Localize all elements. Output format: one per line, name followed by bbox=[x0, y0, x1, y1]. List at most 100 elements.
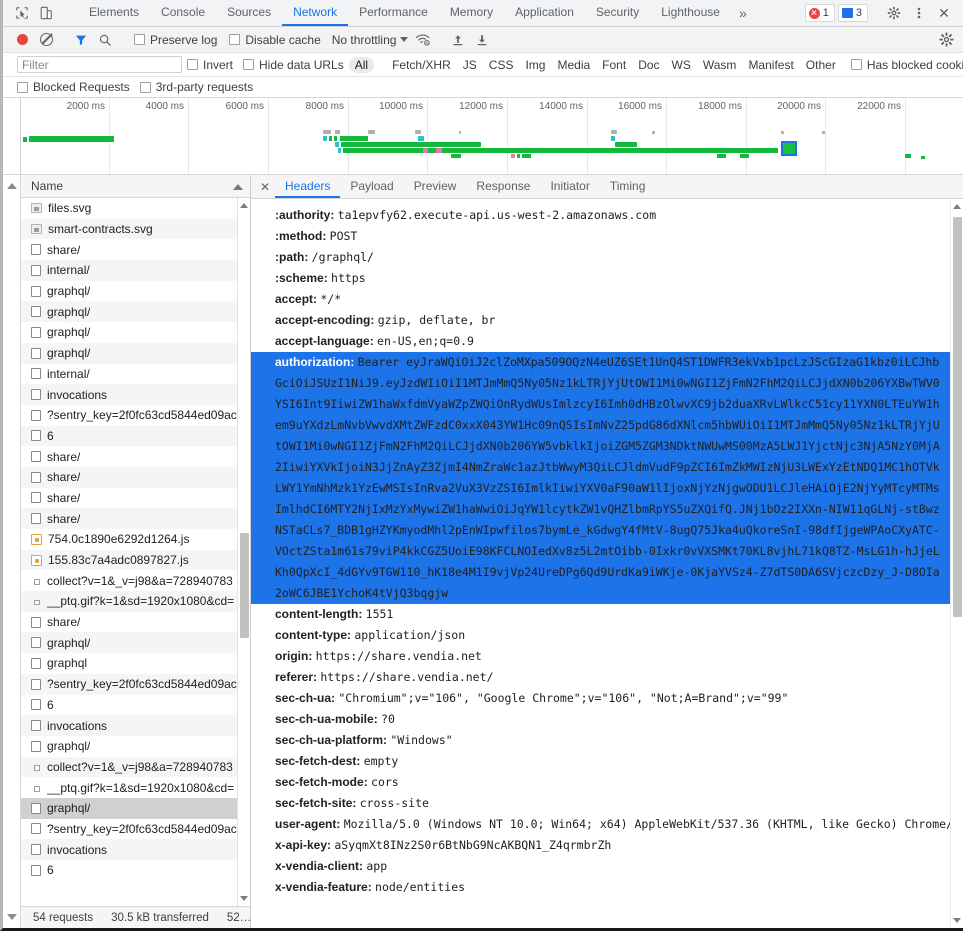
third-party-requests-checkbox[interactable]: 3rd-party requests bbox=[135, 80, 258, 94]
request-row[interactable]: ?sentry_key=2f0fc63cd5844ed09ac bbox=[21, 405, 250, 426]
close-icon[interactable]: ✕ bbox=[933, 2, 955, 24]
request-row[interactable]: graphql/ bbox=[21, 797, 250, 819]
request-row[interactable]: invocations bbox=[21, 839, 250, 860]
gear-icon[interactable] bbox=[883, 2, 905, 24]
request-row[interactable]: files.svg bbox=[21, 198, 250, 219]
more-vertical-icon[interactable] bbox=[908, 2, 930, 24]
header-row[interactable]: accept-language: en-US,en;q=0.9 bbox=[251, 331, 950, 352]
headers-scrollbar[interactable] bbox=[950, 199, 963, 928]
header-row[interactable]: x-vendia-feature: node/entities bbox=[251, 877, 950, 898]
request-row[interactable]: graphql/ bbox=[21, 301, 250, 323]
detail-tab-preview[interactable]: Preview bbox=[404, 175, 467, 198]
request-row[interactable]: ?sentry_key=2f0fc63cd5844ed09ac bbox=[21, 673, 250, 695]
requests-list-scrollbar[interactable] bbox=[237, 198, 250, 906]
tab-performance[interactable]: Performance bbox=[348, 0, 439, 26]
error-count-badge[interactable]: 1 bbox=[804, 4, 835, 22]
filter-input[interactable] bbox=[17, 56, 182, 73]
request-row[interactable]: share/ bbox=[21, 612, 250, 633]
request-row[interactable]: 6 bbox=[21, 860, 250, 881]
request-row[interactable]: share/ bbox=[21, 508, 250, 529]
headers-scroll-area[interactable]: :authority: ta1epvfy62.execute-api.us-we… bbox=[251, 199, 950, 928]
message-count-badge[interactable]: 3 bbox=[837, 4, 868, 22]
filter-type-manifest[interactable]: Manifest bbox=[742, 57, 799, 73]
detail-tab-payload[interactable]: Payload bbox=[340, 175, 403, 198]
header-row[interactable]: sec-ch-ua-platform: "Windows" bbox=[251, 730, 950, 751]
tab-elements[interactable]: Elements bbox=[78, 0, 150, 26]
filter-type-all[interactable]: All bbox=[348, 56, 375, 73]
header-row[interactable]: :authority: ta1epvfy62.execute-api.us-we… bbox=[251, 205, 950, 226]
request-row[interactable]: graphql/ bbox=[21, 322, 250, 343]
preserve-log-checkbox[interactable]: Preserve log bbox=[129, 33, 222, 47]
blocked-requests-checkbox[interactable]: Blocked Requests bbox=[17, 80, 135, 94]
filter-type-css[interactable]: CSS bbox=[483, 57, 520, 73]
request-row[interactable]: ?sentry_key=2f0fc63cd5844ed09ac bbox=[21, 819, 250, 840]
search-icon[interactable] bbox=[94, 29, 116, 51]
requests-scroll-thumb[interactable] bbox=[240, 533, 249, 638]
requests-scroll-up-icon[interactable] bbox=[240, 203, 248, 208]
header-row[interactable]: :method: POST bbox=[251, 226, 950, 247]
header-row[interactable]: accept: */* bbox=[251, 289, 950, 310]
request-row[interactable]: collect?v=1&_v=j98&a=728940783 bbox=[21, 570, 250, 591]
header-row[interactable]: sec-ch-ua-mobile: ?0 bbox=[251, 709, 950, 730]
header-row[interactable]: content-type: application/json bbox=[251, 625, 950, 646]
filter-type-other[interactable]: Other bbox=[800, 57, 842, 73]
request-row[interactable]: graphql/ bbox=[21, 342, 250, 364]
detail-close-icon[interactable]: ✕ bbox=[255, 175, 275, 198]
request-row[interactable]: invocations bbox=[21, 384, 250, 405]
headers-scroll-thumb[interactable] bbox=[953, 217, 962, 617]
request-row[interactable]: share/ bbox=[21, 466, 250, 488]
left-outer-scroll-gutter[interactable] bbox=[3, 175, 21, 928]
request-row[interactable]: graphql bbox=[21, 653, 250, 674]
detail-tab-timing[interactable]: Timing bbox=[600, 175, 656, 198]
filter-type-font[interactable]: Font bbox=[596, 57, 632, 73]
requests-list[interactable]: files.svg smart-contracts.svg share/intern… bbox=[21, 198, 250, 906]
request-row[interactable]: internal/ bbox=[21, 260, 250, 281]
request-row[interactable]: share/ bbox=[21, 239, 250, 260]
requests-scroll-down-icon[interactable] bbox=[240, 896, 248, 901]
filter-type-media[interactable]: Media bbox=[551, 57, 596, 73]
scroll-up-arrow-icon[interactable] bbox=[7, 183, 17, 189]
request-row[interactable]: 6 bbox=[21, 695, 250, 716]
filter-type-img[interactable]: Img bbox=[519, 57, 551, 73]
header-row[interactable]: accept-encoding: gzip, deflate, br bbox=[251, 310, 950, 331]
request-row[interactable]: 6 bbox=[21, 425, 250, 447]
inspect-element-icon[interactable] bbox=[11, 2, 33, 24]
request-row[interactable]: share/ bbox=[21, 488, 250, 509]
header-row[interactable]: origin: https://share.vendia.net bbox=[251, 646, 950, 667]
request-row[interactable]: smart-contracts.svg bbox=[21, 218, 250, 240]
filter-type-ws[interactable]: WS bbox=[666, 57, 697, 73]
import-har-icon[interactable] bbox=[447, 29, 469, 51]
invert-checkbox[interactable]: Invert bbox=[182, 58, 238, 72]
throttling-select[interactable]: No throttling bbox=[328, 33, 411, 47]
header-row[interactable]: sec-fetch-dest: empty bbox=[251, 751, 950, 772]
detail-tab-response[interactable]: Response bbox=[466, 175, 540, 198]
filter-type-wasm[interactable]: Wasm bbox=[697, 57, 743, 73]
request-row[interactable]: graphql/ bbox=[21, 736, 250, 757]
network-settings-gear-icon[interactable] bbox=[935, 29, 957, 51]
header-row[interactable]: :scheme: https bbox=[251, 268, 950, 289]
detail-tab-initiator[interactable]: Initiator bbox=[540, 175, 599, 198]
more-tabs-icon[interactable]: » bbox=[731, 0, 755, 26]
device-toggle-icon[interactable] bbox=[35, 2, 57, 24]
clear-button[interactable] bbox=[35, 29, 57, 51]
request-row[interactable]: graphql/ bbox=[21, 281, 250, 302]
tab-network[interactable]: Network bbox=[282, 0, 349, 26]
request-row[interactable]: collect?v=1&_v=j98&a=728940783 bbox=[21, 756, 250, 778]
scroll-down-arrow-icon[interactable] bbox=[7, 914, 17, 920]
filter-type-doc[interactable]: Doc bbox=[632, 57, 665, 73]
export-har-icon[interactable] bbox=[471, 29, 493, 51]
header-row[interactable]: user-agent: Mozilla/5.0 (Windows NT 10.0… bbox=[251, 814, 950, 835]
overview-selected-request[interactable] bbox=[781, 141, 797, 156]
headers-scroll-down-icon[interactable] bbox=[953, 918, 961, 923]
tab-memory[interactable]: Memory bbox=[439, 0, 504, 26]
hide-data-urls-checkbox[interactable]: Hide data URLs bbox=[238, 58, 349, 72]
detail-tab-headers[interactable]: Headers bbox=[275, 175, 341, 198]
header-row[interactable]: sec-fetch-site: cross-site bbox=[251, 793, 950, 814]
has-blocked-cookies-checkbox[interactable]: Has blocked cookies bbox=[846, 58, 963, 72]
header-row[interactable]: x-vendia-client: app bbox=[251, 856, 950, 877]
filter-type-fetch-xhr[interactable]: Fetch/XHR bbox=[386, 57, 457, 73]
request-row[interactable]: graphql/ bbox=[21, 632, 250, 654]
request-row[interactable]: invocations bbox=[21, 715, 250, 736]
header-row[interactable]: x-api-key: aSyqmXt8INz2S0r6BtNbG9NcAKBQN… bbox=[251, 835, 950, 856]
tab-application[interactable]: Application bbox=[504, 0, 585, 26]
